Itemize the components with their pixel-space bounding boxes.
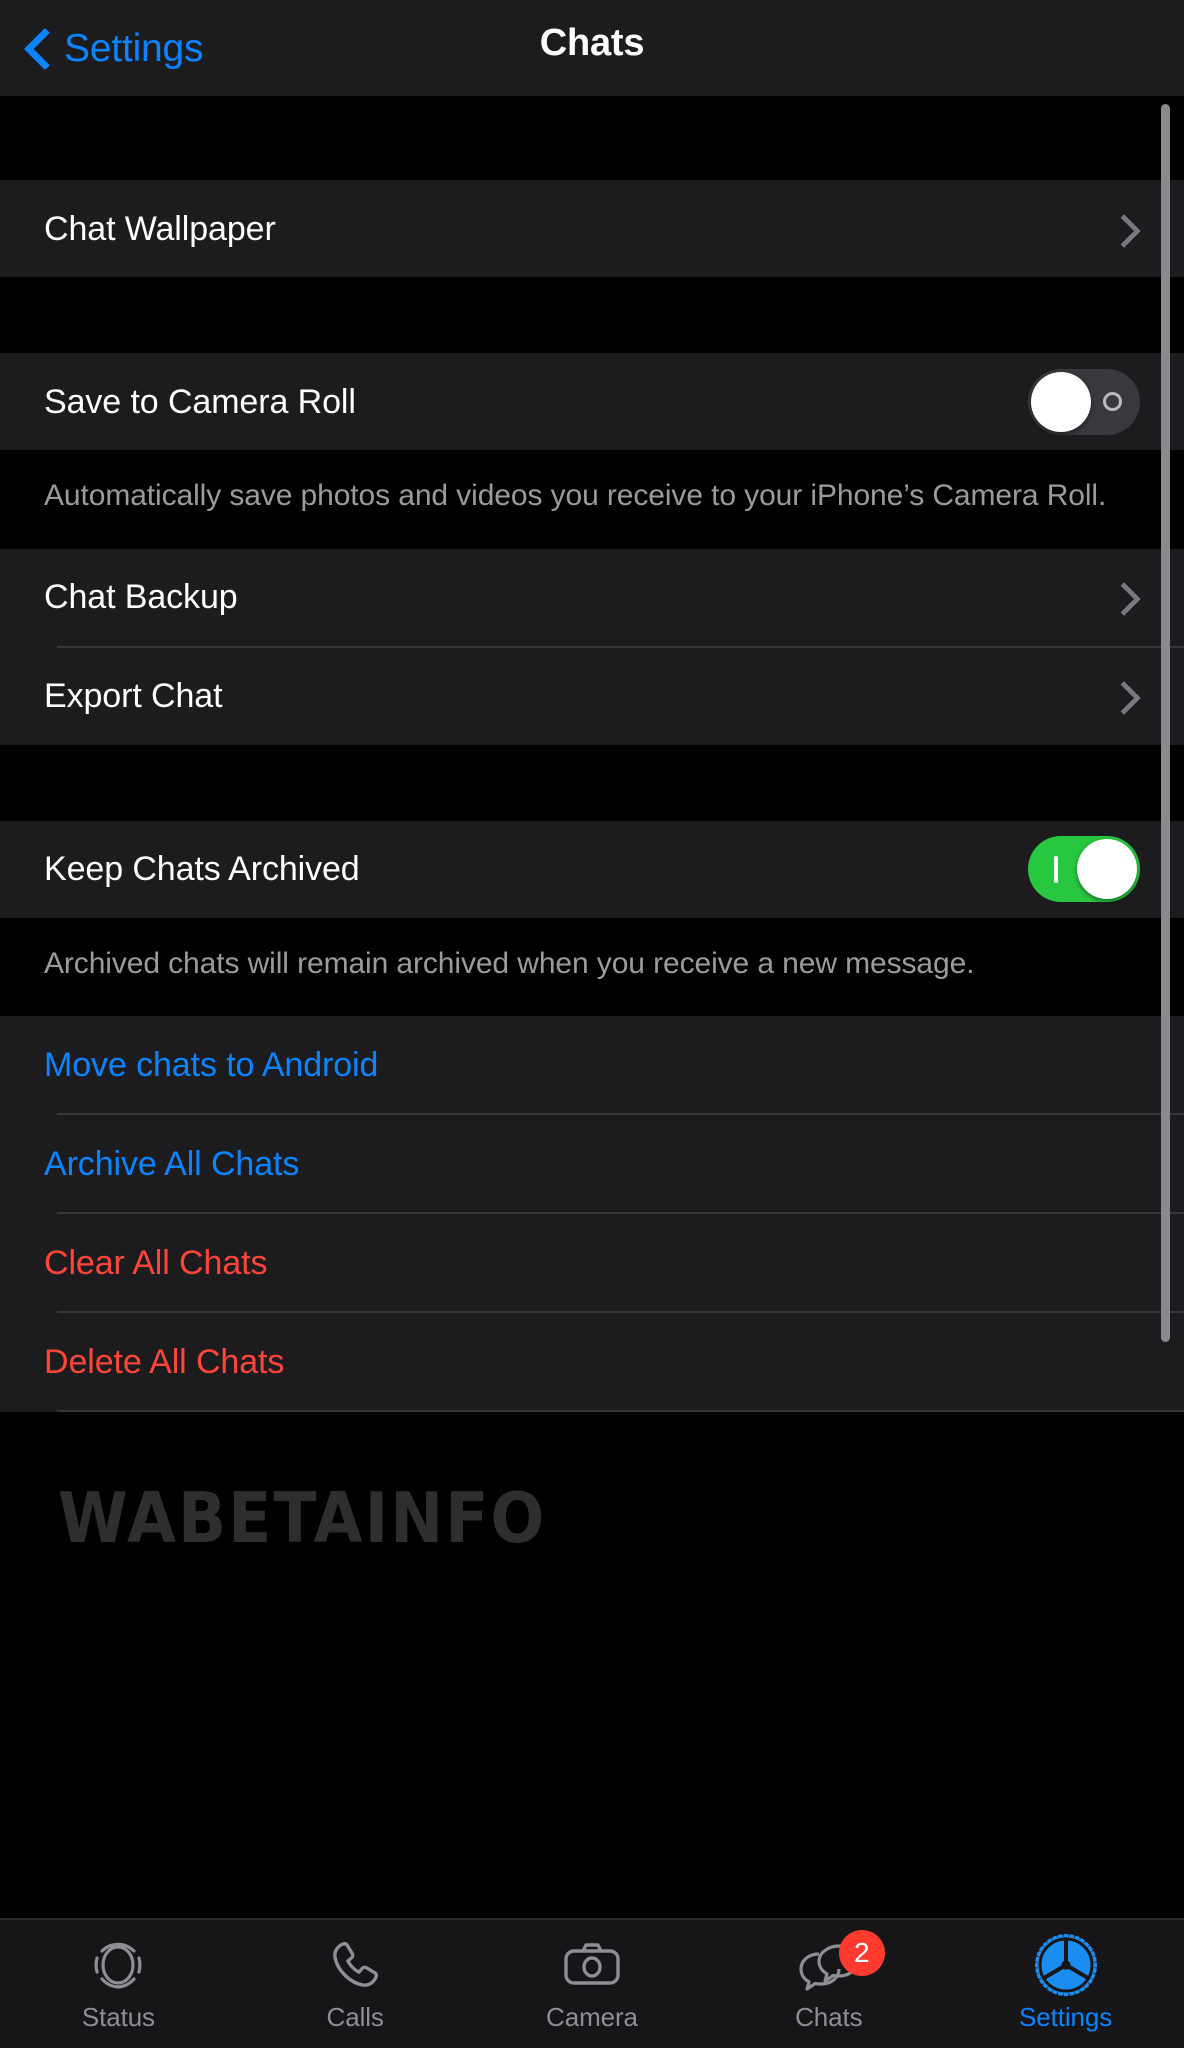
toggle-off-indicator-icon bbox=[1103, 391, 1122, 411]
settings-scroll-content[interactable]: Chat Wallpaper Save to Camera Roll Autom… bbox=[0, 96, 1184, 1470]
tab-label: Camera bbox=[546, 2002, 638, 2032]
section-keep-archived: Keep Chats Archived bbox=[0, 820, 1184, 918]
save-to-camera-roll-toggle[interactable] bbox=[1028, 368, 1140, 435]
row-label: Chat Backup bbox=[44, 578, 238, 617]
row-label: Save to Camera Roll bbox=[44, 382, 356, 421]
toggle-knob bbox=[1031, 371, 1091, 432]
tab-label: Settings bbox=[1019, 2002, 1113, 2032]
chat-bubbles-icon: 2 bbox=[795, 1930, 885, 1996]
tab-status[interactable]: Status bbox=[0, 1920, 237, 2048]
section-backup-export: Chat Backup Export Chat bbox=[0, 548, 1184, 745]
row-delete-all-chats[interactable]: Delete All Chats bbox=[0, 1313, 1184, 1411]
row-label: Keep Chats Archived bbox=[44, 850, 360, 889]
row-archive-all-chats[interactable]: Archive All Chats bbox=[0, 1115, 1184, 1213]
section-wallpaper: Chat Wallpaper bbox=[0, 180, 1184, 277]
navigation-bar: Settings Chats bbox=[0, 0, 1184, 96]
toggle-on-indicator-icon bbox=[1054, 856, 1058, 884]
bottom-tab-bar: Status Calls Camera 2 Chats Settings bbox=[0, 1918, 1184, 2048]
section-gap bbox=[0, 744, 1184, 821]
section-gap bbox=[0, 96, 1184, 180]
row-label: Chat Wallpaper bbox=[44, 209, 276, 248]
tab-chats[interactable]: 2 Chats bbox=[710, 1920, 947, 2048]
row-label: Move chats to Android bbox=[44, 1045, 379, 1084]
page-title: Chats bbox=[539, 22, 645, 64]
chats-unread-badge: 2 bbox=[838, 1930, 885, 1976]
gear-icon bbox=[1034, 1934, 1097, 1996]
chevron-right-icon bbox=[1112, 681, 1130, 711]
row-move-chats-to-android[interactable]: Move chats to Android bbox=[0, 1016, 1184, 1114]
keep-chats-archived-toggle[interactable] bbox=[1028, 836, 1140, 903]
section-gap bbox=[0, 277, 1184, 353]
tab-label: Status bbox=[81, 2002, 155, 2032]
status-rings-icon bbox=[89, 1934, 147, 1996]
vertical-scrollbar[interactable] bbox=[1161, 104, 1170, 1342]
row-label: Archive All Chats bbox=[44, 1144, 300, 1183]
toggle-knob bbox=[1077, 839, 1137, 900]
chevron-right-icon bbox=[1112, 582, 1130, 612]
row-label: Clear All Chats bbox=[44, 1243, 268, 1282]
footer-camera-roll: Automatically save photos and videos you… bbox=[0, 450, 1184, 549]
row-export-chat[interactable]: Export Chat bbox=[0, 647, 1184, 745]
row-clear-all-chats[interactable]: Clear All Chats bbox=[0, 1214, 1184, 1312]
row-label: Delete All Chats bbox=[44, 1342, 285, 1381]
section-chat-actions: Move chats to Android Archive All Chats … bbox=[0, 1016, 1184, 1413]
row-separator bbox=[57, 1410, 1184, 1413]
footer-keep-archived: Archived chats will remain archived when… bbox=[0, 917, 1184, 1017]
section-camera-roll: Save to Camera Roll bbox=[0, 353, 1184, 450]
wabetainfo-watermark: WABETAINFO bbox=[58, 1477, 547, 1559]
row-chat-wallpaper[interactable]: Chat Wallpaper bbox=[0, 180, 1184, 277]
tab-label: Chats bbox=[795, 2002, 863, 2032]
whatsapp-chats-settings-screen: Settings Chats Chat Wallpaper Save to Ca… bbox=[0, 0, 1184, 2048]
row-chat-backup[interactable]: Chat Backup bbox=[0, 548, 1184, 646]
row-keep-chats-archived[interactable]: Keep Chats Archived bbox=[0, 820, 1184, 918]
camera-icon bbox=[562, 1934, 622, 1996]
tab-camera[interactable]: Camera bbox=[474, 1920, 711, 2048]
row-label: Export Chat bbox=[44, 677, 223, 716]
row-save-to-camera-roll[interactable]: Save to Camera Roll bbox=[0, 353, 1184, 450]
tab-settings[interactable]: Settings bbox=[947, 1920, 1184, 2048]
tab-calls[interactable]: Calls bbox=[237, 1920, 474, 2048]
phone-icon bbox=[326, 1934, 384, 1996]
chevron-right-icon bbox=[1112, 214, 1130, 244]
tab-label: Calls bbox=[326, 2002, 384, 2032]
